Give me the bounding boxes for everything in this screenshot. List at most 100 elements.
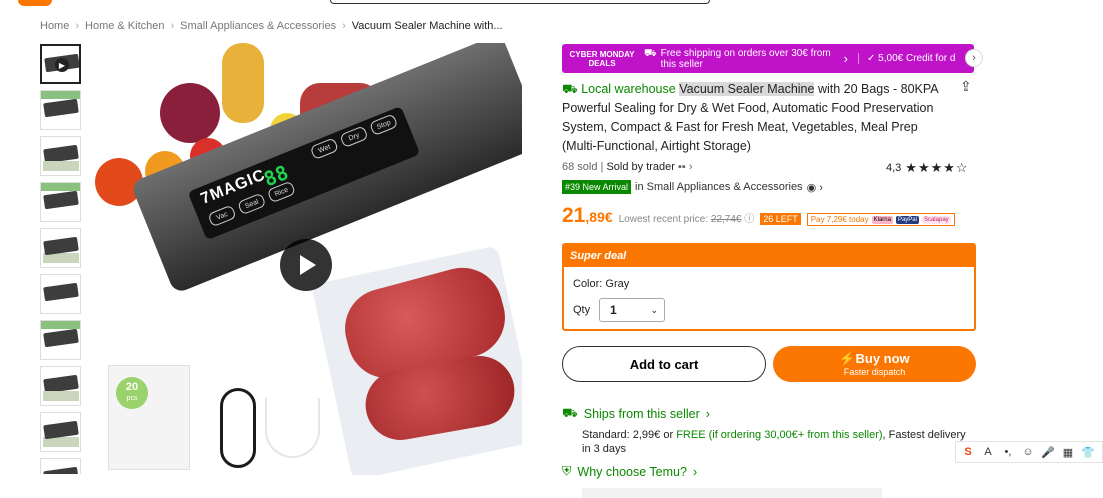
pineapple (222, 43, 264, 123)
color-option[interactable]: Color: Gray (573, 278, 629, 290)
sold-count: 68 sold (562, 161, 598, 173)
breadcrumb-separator: › (75, 20, 80, 32)
thumbnail-image (41, 321, 80, 329)
lowest-price-value: 22,74€ (710, 214, 742, 225)
rating[interactable]: 4,3 ★★★★☆ (886, 160, 969, 176)
thumbnail-image (43, 466, 79, 474)
product-title: ⛟ Local warehouse Vacuum Sealer Machine … (562, 80, 952, 156)
thumbnail-image (43, 190, 79, 210)
quantity-value: 1 (610, 303, 617, 317)
thumbnail[interactable] (40, 182, 81, 222)
thumbnail[interactable] (40, 320, 81, 360)
thumbnail-image (43, 391, 79, 401)
play-icon (300, 255, 316, 275)
buy-now-button[interactable]: ⚡Buy now Faster dispatch (773, 346, 976, 382)
shipping-free: FREE (if ordering 30,00€+ from this sell… (676, 429, 883, 441)
quantity-select[interactable]: 1 ⌄ (599, 298, 665, 322)
ime-voice-icon[interactable]: 🎤 (1040, 446, 1056, 459)
shipping-standard: Standard: 2,99€ or (582, 429, 677, 441)
ime-skin-icon[interactable]: 👕 (1080, 446, 1096, 459)
thumbnail-image (43, 328, 79, 348)
title-highlight: Vacuum Sealer Machine (679, 82, 815, 96)
thumbnail-video[interactable]: ▶ (40, 44, 81, 84)
sold-by-link[interactable]: Sold by trader (606, 161, 674, 173)
lowest-price: Lowest recent price: 22,74€ ⓘ (619, 210, 755, 225)
bags-count-badge: 20 pcs (116, 377, 148, 409)
breadcrumb-home[interactable]: Home (40, 20, 69, 32)
thumbnail-image (41, 91, 80, 99)
thumbnail[interactable] (40, 90, 81, 130)
breadcrumb-current: Vacuum Sealer Machine with... (351, 20, 503, 32)
search-bar[interactable] (330, 0, 710, 4)
info-icon: ◉ › (806, 181, 823, 194)
ships-from-seller[interactable]: ⛟ Ships from this seller › (562, 406, 710, 422)
breadcrumb: Home › Home & Kitchen › Small Appliances… (40, 20, 503, 32)
add-to-cart-button[interactable]: Add to cart (562, 346, 766, 382)
promo-next-button[interactable]: › (965, 49, 983, 67)
breadcrumb-home-kitchen[interactable]: Home & Kitchen (85, 20, 164, 32)
temu-logo[interactable] (18, 0, 52, 6)
power-cable (220, 388, 256, 468)
lightning-icon: ⚡ (839, 351, 856, 366)
air-hose (265, 398, 320, 458)
share-icon[interactable]: ⇪ (960, 78, 972, 95)
video-play-button[interactable] (280, 239, 332, 291)
check-icon: ✓ (867, 53, 879, 64)
ime-logo-icon[interactable]: S (960, 446, 976, 458)
ime-language-icon[interactable]: A (980, 446, 996, 458)
chevron-right-icon: › (705, 407, 710, 421)
super-deal-box: Super deal Color: Gray Qty 1 ⌄ (562, 243, 976, 331)
seller-badge-icon: ▪▪ › (678, 161, 693, 173)
rating-value: 4,3 (886, 162, 902, 174)
local-warehouse-icon: ⛟ (562, 82, 582, 96)
truck-icon: ⛟ (644, 47, 657, 59)
scalapay-icon: Scalapay (921, 215, 951, 224)
chevron-right-icon: › (843, 51, 848, 66)
truck-icon: ⛟ (562, 406, 578, 420)
star-icon: ★★★★☆ (905, 160, 969, 175)
thumbnail[interactable] (40, 136, 81, 176)
credit-text: 5,00€ Credit for d (878, 53, 956, 64)
buy-now-text: Buy now (855, 351, 910, 366)
ime-emoji-icon[interactable]: ☺ (1020, 446, 1036, 458)
chevron-right-icon: › (692, 464, 698, 479)
paypal-icon: PayPal (895, 215, 919, 224)
credit-promo: ✓ 5,00€ Credit for d (858, 53, 974, 64)
promo-banner[interactable]: CYBER MONDAY DEALS ⛟ Free shipping on ord… (562, 44, 974, 73)
price-row: 21,89€ Lowest recent price: 22,74€ ⓘ 26 … (562, 204, 955, 228)
thumbnail[interactable] (40, 274, 81, 314)
thumbnail-image (43, 282, 79, 302)
top-strip (0, 0, 1103, 6)
why-choose-temu[interactable]: ⛨ Why choose Temu? › (562, 464, 697, 479)
why-title: Why choose Temu? (577, 464, 687, 479)
ime-keyboard-icon[interactable]: ▦ (1060, 446, 1076, 459)
shield-icon: ⛨ (562, 464, 572, 478)
grapes (160, 83, 220, 143)
breadcrumb-small-appliances[interactable]: Small Appliances & Accessories (180, 20, 336, 32)
thumbnail[interactable] (40, 228, 81, 268)
ranking[interactable]: #39 New Arrival in Small Appliances & Ac… (562, 180, 823, 194)
thumbnail-strip: ▶ (40, 44, 82, 474)
qty-label: Qty (573, 304, 591, 316)
breadcrumb-separator: › (342, 20, 346, 32)
klarna-icon: Klarna (871, 215, 893, 224)
ime-punctuation-icon[interactable]: •, (1000, 446, 1016, 458)
pay-today-text: Pay 7,29€ today (810, 215, 869, 224)
free-shipping-text: Free shipping on orders over 30€ from th… (660, 47, 831, 70)
trust-tabs (582, 488, 882, 498)
price: 21,89€ (562, 204, 613, 228)
thumbnail[interactable] (40, 412, 81, 452)
lowest-price-label: Lowest recent price: (618, 214, 709, 225)
thumbnail-image (43, 98, 79, 118)
sold-info: 68 sold | Sold by trader ▪▪ › (562, 161, 693, 173)
thumbnail[interactable] (40, 366, 81, 406)
info-icon[interactable]: ⓘ (744, 214, 754, 225)
pay-later-badge[interactable]: Pay 7,29€ today Klarna PayPal Scalapay (806, 213, 955, 226)
hero-product-image[interactable]: 7MAGIC 88 Vac Seal Rice Wet Dry Stop 20 p… (90, 43, 522, 475)
thumbnail[interactable] (40, 458, 81, 474)
rank-category: in Small Appliances & Accessories (635, 181, 803, 193)
super-deal-header: Super deal (564, 245, 974, 267)
buy-now-sublabel: Faster dispatch (843, 367, 906, 377)
stock-left-badge: 26 LEFT (760, 213, 801, 225)
thumbnail-image (41, 183, 80, 191)
